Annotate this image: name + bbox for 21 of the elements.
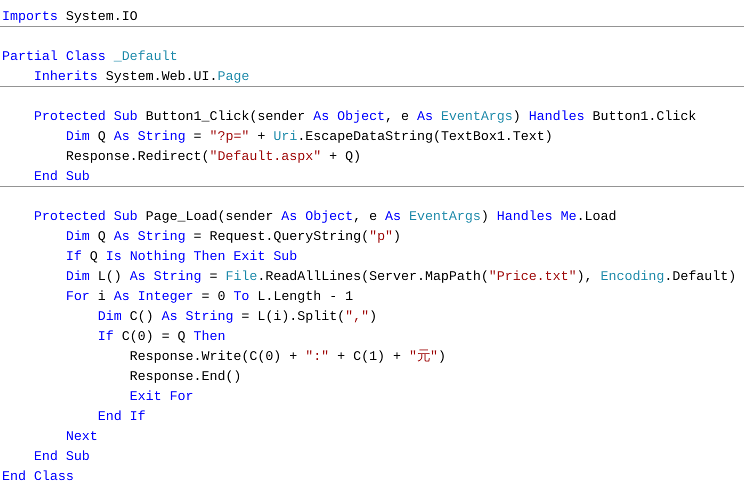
code-line: End Sub [32,448,90,466]
code-line: Next [64,428,98,446]
code-line: End Sub [32,168,90,186]
code-line: Response.Write(C(0) + ":" + C(1) + "元") [128,348,446,366]
code-line: Inherits System.Web.UI.Page [32,68,250,86]
code-line: Protected Sub Button1_Click(sender As Object, e As EventArgs) Handles Button1.Click [32,108,696,126]
code-line: End If [96,408,146,426]
code-line: Exit For [128,388,194,406]
code-line: Protected Sub Page_Load(sender As Object, e As EventArgs) Handles Me.Load [32,208,616,226]
code-line: Dim C() As String = L(i).Split(",") [96,308,378,326]
code-line: Dim L() As String = File.ReadAllLines(Server.MapPath("Price.txt"), Encoding.Default) [64,268,736,286]
code-line: Dim Q As String = Request.QueryString("p") [64,228,402,246]
code-line: If Q Is Nothing Then Exit Sub [64,248,298,266]
code-line: For i As Integer = 0 To L.Length - 1 [64,288,354,306]
code-line: Response.End() [128,368,242,386]
code-line: Response.Redirect("Default.aspx" + Q) [64,148,362,166]
code-line: Partial Class _Default [1,48,178,66]
code-line: Dim Q As String = "?p=" + Uri.EscapeDataString(TextBox1.Text) [64,128,553,146]
code-line: Imports System.IO [1,8,138,26]
code-line: End Class [1,468,74,486]
code-line: If C(0) = Q Then [96,328,226,346]
